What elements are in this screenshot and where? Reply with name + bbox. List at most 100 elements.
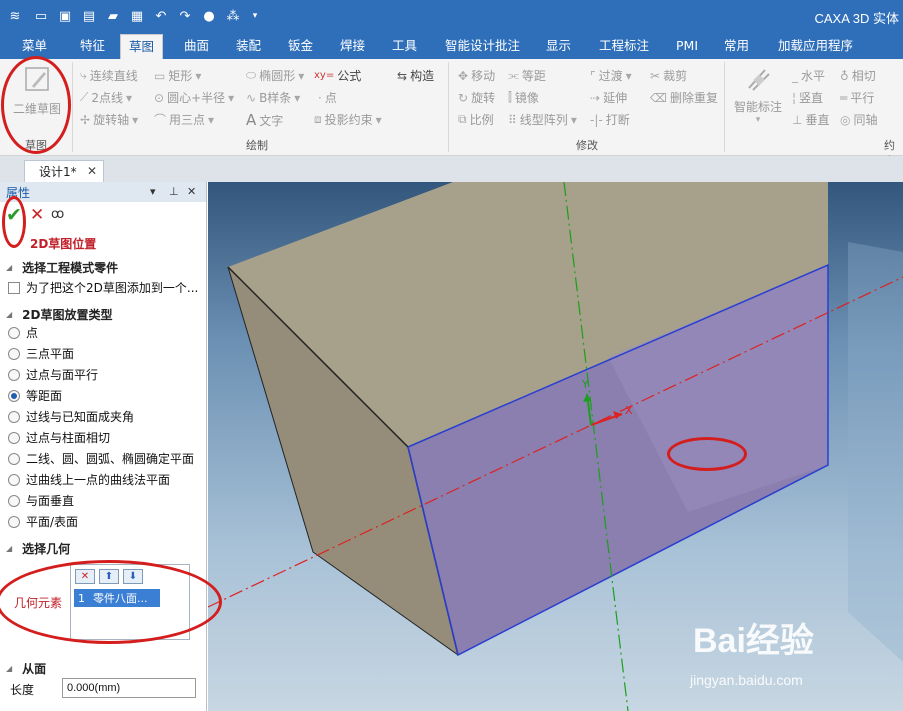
section-placement-type[interactable]: ◢ 2D草图放置类型	[0, 306, 206, 323]
group-label-draw: 绘制	[246, 139, 268, 152]
horizontal-icon: _	[792, 68, 798, 83]
option-perpendicular-face[interactable]: 与面垂直	[8, 492, 74, 509]
redo-icon[interactable]: ↷	[176, 7, 194, 25]
move-icon: ✥	[458, 68, 469, 83]
linear-pattern-button[interactable]: ⠿ 线型阵列 ▾	[508, 111, 577, 128]
circle-center-radius-button[interactable]: ⊙ 圆心+半径 ▾	[154, 89, 234, 106]
length-label: 长度	[10, 683, 35, 697]
point-icon: ·	[318, 90, 322, 105]
perpendicular-constraint-button[interactable]: ⊥ 垂直	[792, 111, 829, 128]
dropdown-icon[interactable]: ▾	[246, 7, 264, 25]
save-icon[interactable]: ▦	[128, 7, 146, 25]
close-icon[interactable]: ✕	[87, 164, 97, 178]
arc-icon: ⌒	[154, 113, 167, 127]
option-three-point-plane[interactable]: 三点平面	[8, 345, 74, 362]
panel-menu-icon[interactable]: ▾	[150, 185, 156, 198]
projection-constraint-button[interactable]: ⧈ 投影约束 ▾	[314, 111, 382, 128]
option-point-tangent-cylinder[interactable]: 过点与柱面相切	[8, 429, 110, 446]
tab-assembly[interactable]: 装配	[234, 32, 263, 59]
rotate-button[interactable]: ↻ 旋转	[458, 89, 495, 106]
construct-button[interactable]: ⇆ 构造	[397, 67, 434, 84]
three-point-arc-button[interactable]: ⌒ 用三点 ▾	[154, 111, 214, 128]
annotation-circle-ok	[2, 196, 26, 248]
perpendicular-icon: ⊥	[792, 112, 803, 127]
ribbon-divider	[724, 62, 725, 152]
point-button[interactable]: · 点	[318, 89, 337, 106]
pin-icon[interactable]: ⊥	[169, 185, 179, 198]
tab-common[interactable]: 常用	[722, 32, 751, 59]
undo-icon[interactable]: ↶	[152, 7, 170, 25]
offset-button[interactable]: ⫘ 等距	[508, 67, 546, 84]
close-icon[interactable]: ✕	[187, 185, 196, 198]
tab-feature[interactable]: 特征	[78, 32, 107, 59]
option-line-angle-face[interactable]: 过线与已知面成夹角	[8, 408, 134, 425]
tab-smart-design[interactable]: 智能设计批注	[443, 32, 522, 59]
document-tab-strip	[0, 156, 903, 182]
revolve-axis-button[interactable]: ✢ 旋转轴 ▾	[80, 111, 138, 128]
ellipse-button[interactable]: ⬭ 椭圆形 ▾	[246, 67, 304, 84]
tab-engineering-annotation[interactable]: 工程标注	[597, 32, 651, 59]
add-sketch-checkbox[interactable]: 为了把这个2D草图添加到一个...	[8, 279, 198, 296]
folder-icon[interactable]: ▰	[104, 7, 122, 25]
tab-sketch[interactable]: 草图	[120, 34, 164, 59]
two-point-line-button[interactable]: ⟋ 2点线 ▾	[80, 89, 132, 106]
bspline-button[interactable]: ∿ B样条 ▾	[246, 89, 300, 106]
checkbox-box[interactable]	[8, 281, 20, 294]
smart-dimension-button[interactable]: 智能标注 ▾	[732, 64, 784, 130]
rectangle-button[interactable]: ▭ 矩形 ▾	[154, 67, 201, 84]
break-button[interactable]: -|- 打断	[590, 111, 630, 128]
vertical-constraint-button[interactable]: ¦ 竖直	[792, 89, 823, 106]
trim-icon: ✂	[650, 68, 661, 83]
app-title: CAXA 3D 实体	[814, 11, 899, 26]
tangent-constraint-button[interactable]: ♁ 相切	[840, 67, 876, 84]
scale-button[interactable]: ⧉ 比例	[458, 111, 494, 128]
tab-display[interactable]: 显示	[544, 32, 573, 59]
tab-welding[interactable]: 焊接	[338, 32, 367, 59]
formula-button[interactable]: xy= 公式	[314, 67, 361, 84]
tab-surface[interactable]: 曲面	[182, 32, 211, 59]
option-curve-normal-plane[interactable]: 过曲线上一点的曲线法平面	[8, 471, 170, 488]
horizontal-constraint-button[interactable]: _ 水平	[792, 67, 825, 84]
layers-icon[interactable]: ≋	[6, 7, 24, 25]
open-icon[interactable]: ▣	[56, 7, 74, 25]
option-plane-surface[interactable]: 平面/表面	[8, 513, 78, 530]
document-tab-label: 设计1*	[39, 165, 77, 179]
pattern-icon: ⠿	[508, 112, 517, 127]
mirror-button[interactable]: ⫿ 镜像	[508, 89, 539, 106]
coaxial-constraint-button[interactable]: ◎ 同轴	[840, 111, 878, 128]
option-two-lines-plane[interactable]: 二线、圆、圆弧、椭圆确定平面	[8, 450, 194, 467]
dimension-icon	[748, 69, 770, 91]
watermark-logo: Bai经验	[693, 622, 814, 660]
eraser-icon: ⌫	[650, 90, 667, 105]
section-from-face[interactable]: ◢ 从面	[0, 660, 206, 677]
tab-menu[interactable]: 菜单	[20, 32, 49, 59]
move-button[interactable]: ✥ 移动	[458, 67, 495, 84]
delete-duplicates-button[interactable]: ⌫ 删除重复	[650, 89, 718, 106]
new-icon[interactable]: ▭	[32, 7, 50, 25]
section-select-geometry[interactable]: ◢ 选择几何	[0, 540, 206, 557]
polyline-button[interactable]: ⤷ 连续直线	[80, 67, 138, 84]
extend-button[interactable]: ⇢ 延伸	[590, 89, 627, 106]
option-offset-plane[interactable]: 等距面	[8, 387, 62, 404]
tab-sheetmetal[interactable]: 钣金	[286, 32, 315, 59]
fillet-button[interactable]: ⌜ 过渡 ▾	[590, 67, 632, 84]
option-point[interactable]: 点	[8, 324, 38, 341]
print-icon[interactable]: ▤	[80, 7, 98, 25]
tab-pmi[interactable]: PMI	[674, 32, 700, 59]
annotation-circle-geometry	[0, 560, 222, 644]
option-point-parallel-face[interactable]: 过点与面平行	[8, 366, 98, 383]
cancel-x-icon[interactable]: ✕	[30, 205, 44, 225]
parallel-constraint-button[interactable]: ═ 平行	[840, 89, 874, 106]
tab-addins[interactable]: 加载应用程序	[776, 32, 855, 59]
section-select-part[interactable]: ◢ 选择工程模式零件	[0, 259, 206, 276]
preview-glasses-icon[interactable]: ꝏ	[51, 207, 64, 222]
trim-button[interactable]: ✂ 裁剪	[650, 67, 687, 84]
tab-tools[interactable]: 工具	[390, 32, 419, 59]
length-input[interactable]	[62, 678, 196, 698]
document-tab[interactable]: 设计1* ✕	[24, 160, 104, 182]
text-button[interactable]: A 文字	[246, 111, 283, 129]
sparkle-icon[interactable]: ⁂	[224, 7, 242, 25]
panel-heading: 2D草图位置	[30, 237, 97, 251]
parallel-icon: ═	[840, 90, 848, 105]
render-icon[interactable]: ●	[200, 7, 218, 25]
